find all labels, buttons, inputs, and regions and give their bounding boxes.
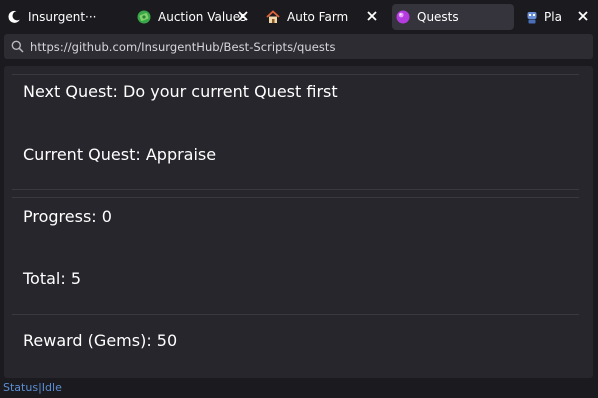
app-window: Insurgent··· Auction Values Auto Farm Qu… bbox=[0, 0, 598, 398]
money-icon bbox=[136, 9, 152, 25]
tab-label: Pla bbox=[544, 10, 562, 24]
status-bar: Status|Idle bbox=[3, 381, 62, 394]
status-label: Status bbox=[3, 381, 39, 394]
current-quest-label: Current Quest: Appraise bbox=[23, 145, 217, 164]
divider bbox=[12, 197, 579, 198]
robot-icon bbox=[524, 9, 540, 25]
status-value: Idle bbox=[41, 381, 62, 394]
tab-label: Insurgent··· bbox=[28, 10, 97, 24]
next-quest-label: Next Quest: Do your current Quest first bbox=[23, 82, 338, 101]
close-icon[interactable] bbox=[365, 9, 379, 23]
reward-label: Reward (Gems): 50 bbox=[23, 331, 178, 350]
tab-players[interactable]: Pla bbox=[524, 4, 598, 30]
url-text[interactable]: https://github.com/InsurgentHub/Best-Scr… bbox=[30, 40, 336, 54]
close-icon[interactable] bbox=[576, 9, 590, 23]
progress-label: Progress: 0 bbox=[23, 207, 112, 226]
moon-icon bbox=[6, 9, 22, 25]
divider bbox=[12, 74, 579, 75]
tab-auction-values[interactable]: Auction Values bbox=[136, 4, 256, 30]
tab-quests[interactable]: Quests bbox=[392, 4, 514, 30]
home-icon bbox=[265, 9, 281, 25]
tab-auto-farm[interactable]: Auto Farm bbox=[265, 4, 385, 30]
search-icon bbox=[10, 40, 24, 54]
tab-label: Auction Values bbox=[158, 10, 247, 24]
quest-panel: Next Quest: Do your current Quest first … bbox=[4, 66, 593, 378]
total-label: Total: 5 bbox=[23, 269, 82, 288]
gem-icon bbox=[395, 9, 411, 25]
close-icon[interactable] bbox=[236, 9, 250, 23]
divider bbox=[12, 314, 579, 315]
tab-bar: Insurgent··· Auction Values Auto Farm Qu… bbox=[0, 0, 598, 33]
divider bbox=[12, 189, 579, 190]
tab-label: Quests bbox=[417, 10, 459, 24]
address-bar[interactable]: https://github.com/InsurgentHub/Best-Scr… bbox=[4, 34, 593, 59]
tab-label: Auto Farm bbox=[287, 10, 349, 24]
tab-insurgent[interactable]: Insurgent··· bbox=[6, 4, 126, 30]
